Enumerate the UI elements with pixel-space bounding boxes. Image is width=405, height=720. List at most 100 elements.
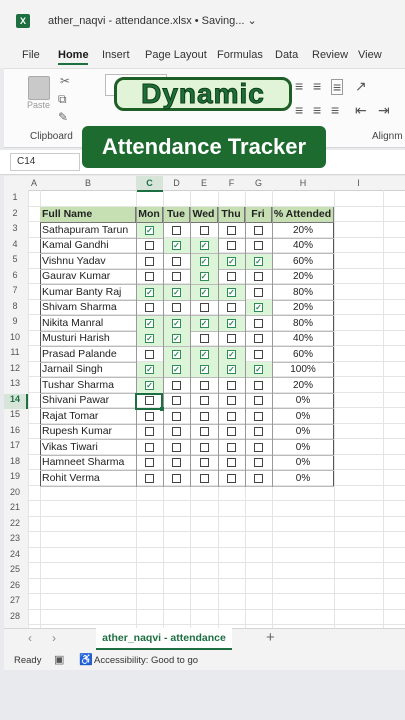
attendance-checkbox[interactable] [254, 225, 263, 235]
attendance-checkbox[interactable] [254, 334, 263, 343]
row-header-13[interactable]: 13 [4, 378, 26, 388]
attendance-checkbox[interactable] [254, 411, 263, 421]
attendance-checkbox[interactable]: ✓ [227, 365, 236, 374]
row-header-12[interactable]: 12 [4, 363, 26, 373]
column-header-f[interactable]: F [218, 178, 245, 188]
attendance-percent[interactable]: 0% [272, 455, 334, 471]
row-header-25[interactable]: 25 [4, 564, 26, 574]
student-name[interactable]: Nikita Manral [42, 316, 136, 332]
column-header-a[interactable]: A [28, 178, 40, 188]
next-sheet-icon[interactable]: › [52, 631, 56, 645]
align-center-icon[interactable]: ≡ [313, 103, 321, 117]
attendance-checkbox[interactable] [172, 272, 181, 281]
row-header-19[interactable]: 19 [4, 471, 26, 481]
row-header-24[interactable]: 24 [4, 549, 26, 559]
attendance-checkbox[interactable]: ✓ [227, 349, 236, 359]
table-header-attended[interactable]: % Attended [272, 207, 334, 223]
student-name[interactable]: Jarnail Singh [42, 362, 136, 378]
attendance-checkbox[interactable]: ✓ [145, 380, 154, 390]
column-header-g[interactable]: G [245, 178, 272, 188]
attendance-checkbox[interactable] [199, 411, 209, 421]
align-middle-icon[interactable]: ≡ [313, 79, 321, 93]
attendance-percent[interactable]: 0% [272, 424, 334, 440]
attendance-checkbox[interactable] [254, 380, 263, 390]
student-name[interactable]: Sathapuram Tarun [42, 223, 136, 239]
attendance-checkbox[interactable] [145, 442, 154, 452]
attendance-checkbox[interactable] [172, 256, 181, 266]
attendance-checkbox[interactable] [227, 396, 236, 405]
attendance-checkbox[interactable]: ✓ [199, 241, 209, 250]
attendance-percent[interactable]: 60% [272, 254, 334, 270]
fill-handle[interactable] [160, 407, 164, 411]
attendance-checkbox[interactable] [145, 458, 154, 467]
align-top-icon[interactable]: ≡ [295, 79, 303, 93]
attendance-checkbox[interactable] [172, 396, 181, 405]
attendance-checkbox[interactable] [254, 442, 263, 452]
student-name[interactable]: Vikas Tiwari [42, 440, 136, 456]
row-header-1[interactable]: 1 [4, 192, 26, 202]
student-name[interactable]: Shivam Sharma [42, 300, 136, 316]
macro-icon[interactable]: ▣ [54, 653, 64, 666]
attendance-checkbox[interactable] [254, 396, 263, 405]
attendance-checkbox[interactable] [227, 272, 236, 281]
row-header-11[interactable]: 11 [4, 347, 26, 357]
row-header-10[interactable]: 10 [4, 332, 26, 342]
row-header-16[interactable]: 16 [4, 425, 26, 435]
attendance-checkbox[interactable]: ✓ [254, 256, 263, 266]
table-header-tue[interactable]: Tue [163, 207, 190, 223]
attendance-checkbox[interactable]: ✓ [172, 349, 181, 359]
attendance-checkbox[interactable] [145, 411, 154, 421]
row-header-23[interactable]: 23 [4, 533, 26, 543]
student-name[interactable]: Tushar Sharma [42, 378, 136, 394]
attendance-checkbox[interactable] [254, 287, 263, 297]
column-header-h[interactable]: H [272, 178, 334, 188]
menu-formulas[interactable]: Formulas [217, 49, 263, 61]
row-header-3[interactable]: 3 [4, 223, 26, 233]
attendance-checkbox[interactable] [199, 380, 209, 390]
row-header-20[interactable]: 20 [4, 487, 26, 497]
decrease-indent-icon[interactable]: ⇤ [355, 103, 367, 117]
attendance-checkbox[interactable]: ✓ [254, 365, 263, 374]
menu-file[interactable]: File [22, 49, 40, 61]
attendance-percent[interactable]: 20% [272, 378, 334, 394]
attendance-percent[interactable]: 60% [272, 347, 334, 363]
attendance-checkbox[interactable]: ✓ [199, 256, 209, 266]
attendance-checkbox[interactable] [254, 458, 263, 467]
attendance-checkbox[interactable]: ✓ [227, 256, 236, 266]
window-title[interactable]: ather_naqvi - attendance.xlsx • Saving..… [48, 14, 257, 27]
format-painter-icon[interactable]: ✎ [58, 110, 68, 124]
table-header-full-name[interactable]: Full Name [40, 207, 136, 223]
attendance-checkbox[interactable] [199, 334, 209, 343]
attendance-checkbox[interactable]: ✓ [227, 287, 236, 297]
student-name[interactable]: Rajat Tomar [42, 409, 136, 425]
attendance-checkbox[interactable] [227, 225, 236, 235]
student-name[interactable]: Kumar Banty Raj [42, 285, 136, 301]
attendance-percent[interactable]: 0% [272, 471, 334, 487]
attendance-checkbox[interactable] [172, 380, 181, 390]
student-name[interactable]: Kamal Gandhi [42, 238, 136, 254]
student-name[interactable]: Rupesh Kumar [42, 424, 136, 440]
row-header-7[interactable]: 7 [4, 285, 26, 295]
attendance-checkbox[interactable] [254, 318, 263, 328]
student-name[interactable]: Shivani Pawar [42, 393, 136, 409]
row-header-8[interactable]: 8 [4, 301, 26, 311]
attendance-checkbox[interactable] [227, 241, 236, 250]
row-header-5[interactable]: 5 [4, 254, 26, 264]
attendance-checkbox[interactable] [227, 411, 236, 421]
attendance-checkbox[interactable] [199, 396, 209, 405]
attendance-checkbox[interactable]: ✓ [145, 318, 154, 328]
accessibility-status[interactable]: Accessibility: Good to go [94, 655, 198, 666]
row-header-22[interactable]: 22 [4, 518, 26, 528]
row-header-27[interactable]: 27 [4, 595, 26, 605]
attendance-checkbox[interactable]: ✓ [145, 334, 154, 343]
attendance-percent[interactable]: 20% [272, 223, 334, 239]
row-header-6[interactable]: 6 [4, 270, 26, 280]
menu-view[interactable]: View [358, 49, 382, 61]
attendance-checkbox[interactable] [254, 427, 263, 436]
attendance-checkbox[interactable] [145, 427, 154, 436]
attendance-checkbox[interactable] [199, 225, 209, 235]
attendance-checkbox[interactable] [172, 225, 181, 235]
attendance-checkbox[interactable] [254, 473, 263, 483]
attendance-checkbox[interactable] [172, 458, 181, 467]
attendance-checkbox[interactable] [227, 458, 236, 467]
